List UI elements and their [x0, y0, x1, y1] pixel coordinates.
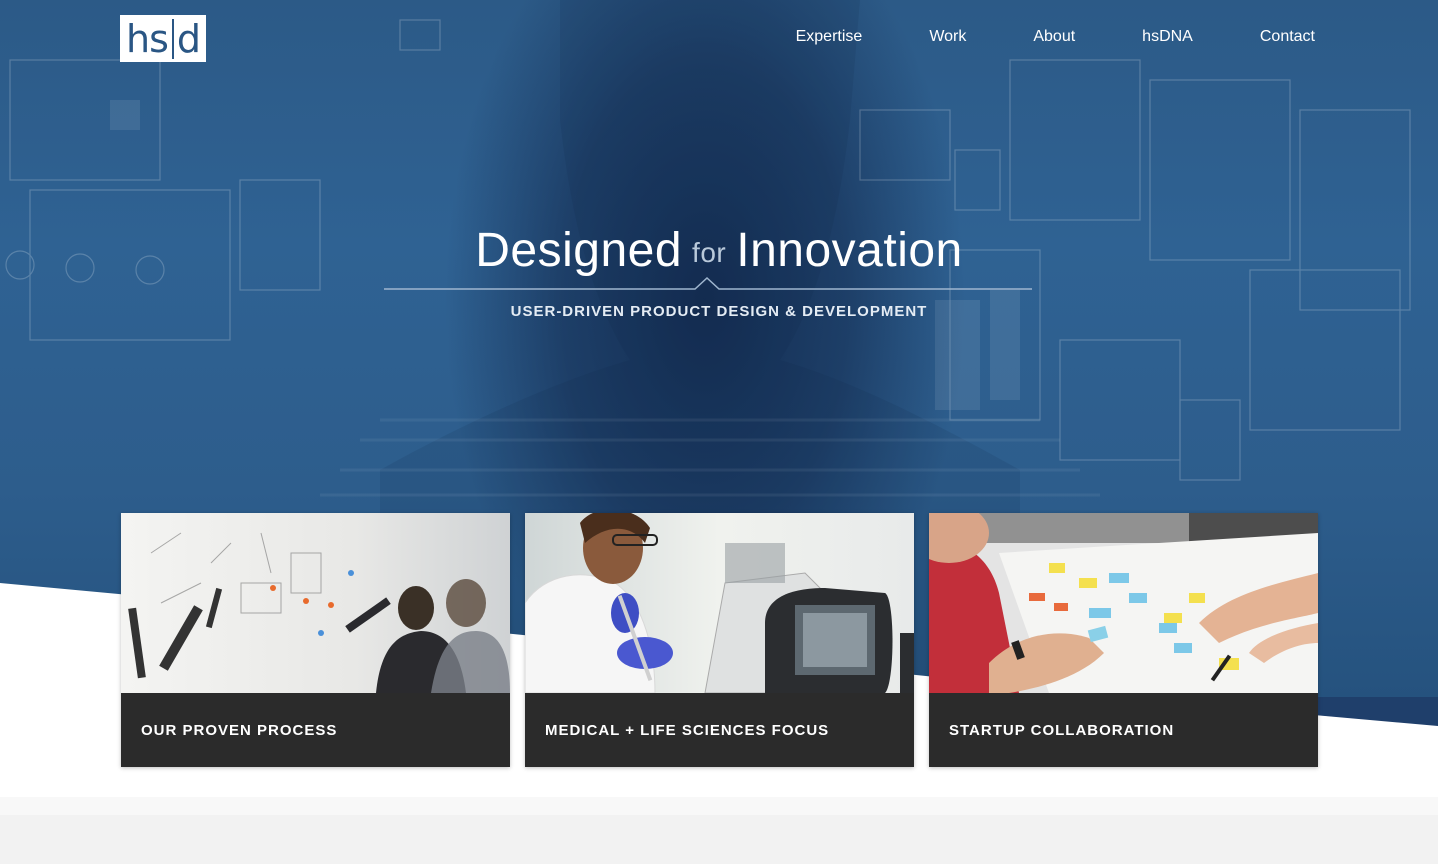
nav-expertise[interactable]: Expertise	[796, 26, 863, 48]
main-nav: Expertise Work About hsDNA Contact	[729, 26, 1315, 48]
card-medical-life-sciences[interactable]: MEDICAL + LIFE SCIENCES FOCUS	[525, 513, 914, 767]
card-image-process	[121, 513, 510, 693]
card-proven-process[interactable]: OUR PROVEN PROCESS	[121, 513, 510, 767]
hero-title-left: Designed	[475, 224, 683, 277]
card-image-medical	[525, 513, 914, 693]
card-label-process: OUR PROVEN PROCESS	[121, 693, 510, 767]
page: hs d Expertise Work About hsDNA Contact …	[0, 0, 1438, 864]
hsd-logo[interactable]: hs d	[120, 15, 206, 62]
next-section-background	[0, 815, 1438, 864]
card-label-startup: STARTUP COLLABORATION	[929, 693, 1318, 767]
title-underline	[384, 276, 1032, 290]
nav-hsdna[interactable]: hsDNA	[1142, 26, 1193, 48]
logo-text-left: hs	[125, 16, 169, 61]
card-image-startup	[929, 513, 1318, 693]
card-label-medical: MEDICAL + LIFE SCIENCES FOCUS	[525, 693, 914, 767]
hero-subtitle: USER-DRIVEN PRODUCT DESIGN & DEVELOPMENT	[510, 303, 928, 320]
logo-text-right: d	[176, 16, 201, 61]
nav-contact[interactable]: Contact	[1260, 26, 1315, 48]
hero-title: Designed for Innovation	[0, 220, 1438, 284]
nav-about[interactable]: About	[1033, 26, 1075, 48]
logo-text: hs d	[125, 16, 201, 61]
hero-title-for: for	[692, 237, 727, 268]
card-startup-collaboration[interactable]: STARTUP COLLABORATION	[929, 513, 1318, 767]
logo-divider	[171, 18, 174, 59]
bottom-band	[0, 797, 1438, 815]
nav-work[interactable]: Work	[929, 26, 966, 48]
hero-title-right: Innovation	[736, 224, 963, 277]
